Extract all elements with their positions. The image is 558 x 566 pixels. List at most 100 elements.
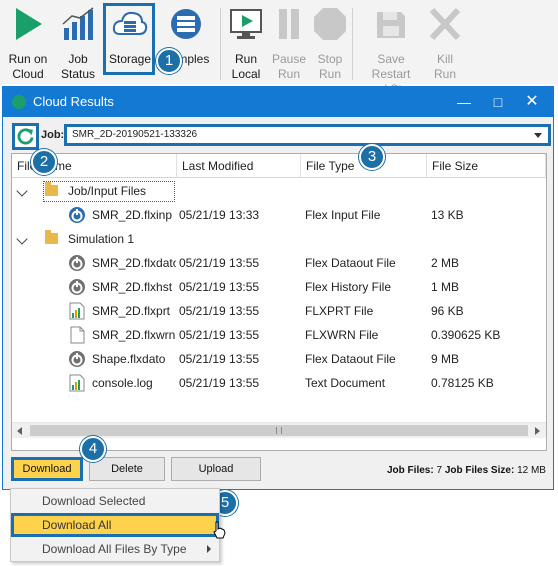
file-type: Flex Input File [305, 208, 381, 222]
job-files-status: Job Files: 7 Job Files Size: 12 MB [387, 465, 546, 476]
file-type: Flex History File [305, 280, 392, 294]
table-row[interactable]: SMR_2D.flxprt 05/21/19 13:55 FLXPRT File… [12, 299, 546, 323]
menu-item-download-all[interactable]: Download All [11, 513, 219, 537]
callout-1: 1 [156, 48, 182, 74]
file-name: SMR_2D.flxdato [92, 256, 176, 270]
chevron-down-icon[interactable] [16, 233, 28, 245]
file-size: 1 MB [431, 280, 460, 294]
file-size: 0.78125 KB [431, 376, 494, 390]
refresh-button[interactable] [12, 123, 39, 150]
file-name: SMR_2D.flxprt [92, 304, 171, 318]
file-size: 13 KB [431, 208, 464, 222]
stop-run-button[interactable]: Stop Run [306, 4, 354, 82]
folder-icon [45, 230, 58, 244]
callout-2: 2 [31, 149, 57, 175]
table-row[interactable]: SMR_2D.flxinp 05/21/19 13:33 Flex Input … [12, 203, 546, 227]
group-row[interactable]: Job/Input Files [12, 179, 546, 203]
close-x-icon [429, 7, 461, 41]
file-modified: 05/21/19 13:55 [179, 352, 260, 366]
monitor-play-icon [230, 9, 262, 39]
file-modified: 05/21/19 13:55 [179, 328, 260, 342]
chevron-down-icon [534, 133, 542, 138]
delete-button[interactable]: Delete [89, 457, 165, 481]
column-header-last-modified[interactable]: Last Modified [177, 154, 301, 178]
blank-file-icon [70, 326, 85, 344]
chevron-down-icon[interactable] [16, 185, 28, 197]
ribbon-separator [352, 8, 353, 80]
chart-file-icon [69, 302, 85, 320]
file-type: Text Document [305, 376, 386, 390]
ribbon-toolbar: Run on Cloud Job Status Storage Samples [0, 0, 558, 96]
kill-run-button[interactable]: Kill Run [421, 4, 469, 82]
file-modified: 05/21/19 13:55 [179, 304, 260, 318]
power-file-icon [69, 279, 85, 295]
file-type: FLXPRT File [305, 304, 374, 318]
dialog-title: Cloud Results [33, 94, 114, 109]
dialog-titlebar[interactable]: Cloud Results — □ ✕ [3, 87, 553, 117]
file-name: Shape.flxdato [92, 352, 166, 366]
power-file-icon [69, 207, 85, 223]
table-row[interactable]: SMR_2D.flxdato 05/21/19 13:55 Flex Datao… [12, 251, 546, 275]
stop-icon [314, 8, 346, 40]
maximize-icon[interactable]: □ [487, 91, 509, 113]
play-icon [16, 8, 42, 40]
file-name: console.log [92, 376, 153, 390]
file-size: 2 MB [431, 256, 460, 270]
menu-item-download-all-by-type[interactable]: Download All Files By Type [11, 537, 219, 561]
job-files-size-value: 12 MB [517, 465, 546, 476]
file-name: SMR_2D.flxwrn [92, 328, 176, 342]
file-list-header: File Name Last Modified File Type File S… [12, 154, 546, 178]
table-row[interactable]: Shape.flxdato 05/21/19 13:55 Flex Dataou… [12, 347, 546, 371]
job-files-value: 7 [436, 465, 443, 476]
book-stack-icon [171, 9, 201, 39]
kill-run-label: Kill Run [433, 52, 456, 81]
pause-icon [279, 9, 299, 39]
column-header-file-size[interactable]: File Size [427, 154, 546, 178]
refresh-icon [17, 128, 34, 145]
job-dropdown-value: SMR_2D-20190521-133326 [72, 129, 198, 140]
file-name: SMR_2D.flxhst [92, 280, 173, 294]
file-modified: 05/21/19 13:55 [179, 376, 260, 390]
file-name: SMR_2D.flxinp [92, 208, 173, 222]
storage-highlight-frame [103, 3, 155, 75]
save-restart-and-stop-button[interactable]: Save Restart and Stop [367, 4, 415, 96]
file-type: Flex Dataout File [305, 256, 396, 270]
app-icon [12, 95, 26, 109]
file-size: 96 KB [431, 304, 464, 318]
hand-cursor-icon [213, 521, 226, 539]
bar-chart-icon [62, 7, 94, 40]
power-file-icon [69, 255, 85, 271]
table-row[interactable]: SMR_2D.flxhst 05/21/19 13:55 Flex Histor… [12, 275, 546, 299]
menu-item-download-selected[interactable]: Download Selected [11, 489, 219, 513]
minimize-icon[interactable]: — [453, 91, 475, 113]
job-label: Job: [41, 129, 65, 141]
file-modified: 05/21/19 13:55 [179, 280, 260, 294]
group-name: Simulation 1 [68, 232, 135, 246]
job-files-label: Job Files: [387, 465, 434, 476]
scroll-left-icon[interactable] [17, 427, 22, 435]
file-type: FLXWRN File [305, 328, 379, 342]
scroll-grip-icon [276, 427, 282, 434]
close-icon[interactable]: ✕ [521, 91, 543, 113]
chevron-right-icon [207, 545, 211, 553]
callout-3: 3 [359, 144, 385, 170]
power-file-icon [69, 351, 85, 367]
file-type: Flex Dataout File [305, 352, 396, 366]
table-row[interactable]: SMR_2D.flxwrn 05/21/19 13:55 FLXWRN File… [12, 323, 546, 347]
chart-file-icon [69, 374, 85, 392]
group-row[interactable]: Simulation 1 [12, 227, 546, 251]
scroll-right-icon[interactable] [535, 427, 540, 435]
upload-button[interactable]: Upload [171, 457, 261, 481]
focus-rectangle [43, 181, 175, 202]
cloud-results-dialog: Cloud Results — □ ✕ Job: SMR_2D-20190521… [2, 86, 554, 490]
table-row[interactable]: console.log 05/21/19 13:55 Text Document… [12, 371, 546, 395]
job-dropdown[interactable]: SMR_2D-20190521-133326 [64, 124, 551, 146]
callout-4: 4 [80, 436, 106, 462]
job-status-button[interactable]: Job Status [54, 4, 102, 82]
download-button[interactable]: Download [11, 457, 83, 481]
file-modified: 05/21/19 13:33 [179, 208, 260, 222]
file-list: File Name Last Modified File Type File S… [11, 153, 547, 451]
menu-item-download-all-by-type-label: Download All Files By Type [42, 542, 187, 556]
run-on-cloud-button[interactable]: Run on Cloud [4, 4, 52, 82]
download-menu: Download Selected Download All Download … [10, 488, 220, 562]
